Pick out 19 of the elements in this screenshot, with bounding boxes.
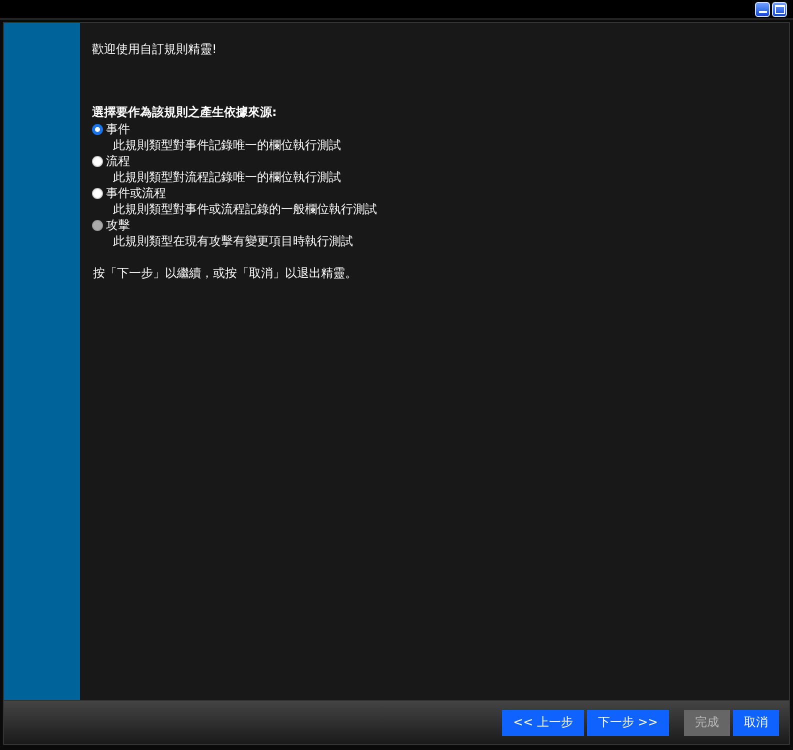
wizard-button[interactable]: 取消 [733, 710, 779, 736]
option-label: 事件 [106, 120, 130, 138]
prompt-label: 選擇要作為該規則之產生依據來源: [92, 104, 278, 121]
wizard-button[interactable]: 下一步 >> [587, 710, 669, 736]
welcome-heading: 歡迎使用自訂規則精靈! [92, 41, 218, 58]
option-description: 此規則類型對事件或流程記錄的一般欄位執行測試 [112, 201, 378, 217]
option-description: 此規則類型對流程記錄唯一的欄位執行測試 [112, 169, 342, 185]
option-description: 此規則類型對事件記錄唯一的欄位執行測試 [112, 137, 342, 153]
radio-button[interactable] [92, 156, 103, 166]
wizard-button[interactable]: << 上一步 [502, 710, 584, 736]
maximize-button[interactable] [772, 2, 787, 16]
minimize-button[interactable] [755, 2, 770, 16]
radio-button[interactable] [92, 188, 103, 198]
option-description: 此規則類型在現有攻擊有變更項目時執行測試 [112, 233, 354, 249]
instruction-text: 按「下一步」以繼續，或按「取消」以退出精靈。 [92, 265, 358, 282]
option-label: 事件或流程 [106, 184, 166, 202]
option-label: 攻擊 [106, 216, 130, 234]
radio-button[interactable] [92, 124, 103, 134]
option-label: 流程 [106, 152, 130, 170]
